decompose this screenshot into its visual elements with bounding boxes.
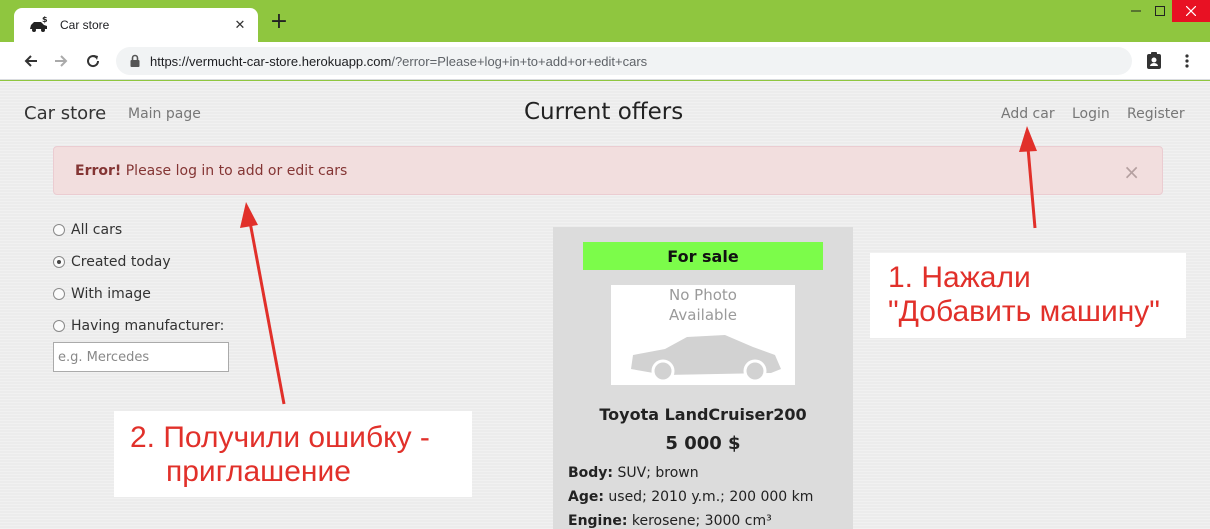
site-navbar: Car store Main page Current offers Add c… — [0, 81, 1210, 145]
annotation-line: "Добавить машину" — [888, 295, 1160, 328]
arrow-right-icon — [55, 55, 68, 67]
spec-body: Body: SUV; brown — [568, 461, 813, 485]
extension-button[interactable] — [1143, 50, 1165, 72]
page-title: Current offers — [524, 99, 684, 125]
new-tab-button[interactable]: + — [268, 11, 290, 34]
spec-label: Body: — [568, 465, 614, 481]
car-photo-placeholder: No Photo Available — [611, 285, 795, 385]
filter-label: All cars — [71, 222, 123, 238]
car-price: 5 000 $ — [665, 433, 741, 454]
no-photo-line1: No Photo — [669, 286, 737, 304]
alert-title: Error! — [75, 163, 122, 179]
browser-window: $ Car store ✕ + https://vermucht-car-sto… — [0, 0, 1210, 529]
status-badge: For sale — [583, 242, 823, 270]
window-controls — [1124, 0, 1210, 24]
no-photo-line2: Available — [669, 306, 737, 324]
nav-register[interactable]: Register — [1127, 106, 1185, 122]
close-window-button[interactable] — [1172, 0, 1210, 22]
spec-value: SUV; brown — [617, 465, 699, 481]
minimize-icon — [1131, 10, 1141, 12]
browser-toolbar: https://vermucht-car-store.herokuapp.com… — [0, 42, 1210, 80]
spec-age: Age: used; 2010 y.m.; 200 000 km — [568, 485, 813, 509]
tab-title: Car store — [60, 18, 110, 32]
car-name[interactable]: Toyota LandCruiser200 — [553, 405, 853, 424]
arrow-left-icon — [24, 55, 37, 67]
reload-button[interactable] — [82, 50, 104, 72]
annotation-line: 2. Получили ошибку - — [130, 421, 430, 454]
close-icon — [1186, 6, 1196, 16]
annotation-line: приглашение — [166, 455, 351, 488]
kebab-menu-icon — [1185, 54, 1189, 68]
forward-button[interactable] — [50, 50, 72, 72]
web-page: Car store Main page Current offers Add c… — [0, 81, 1210, 529]
nav-add-car[interactable]: Add car — [1001, 106, 1055, 122]
tab-car-store[interactable]: $ Car store ✕ — [14, 8, 258, 42]
radio-having-manufacturer[interactable] — [53, 320, 65, 332]
reload-icon — [87, 55, 100, 68]
address-bar[interactable]: https://vermucht-car-store.herokuapp.com… — [116, 47, 1132, 75]
alert-close-icon[interactable]: × — [1123, 160, 1140, 184]
minimize-button[interactable] — [1124, 0, 1148, 22]
filter-having-manufacturer[interactable]: Having manufacturer: — [53, 310, 229, 342]
lock-icon — [130, 54, 140, 67]
tab-strip: $ Car store ✕ + — [0, 0, 1210, 42]
filter-label: With image — [71, 286, 151, 302]
menu-button[interactable] — [1176, 50, 1198, 72]
spec-label: Age: — [568, 489, 604, 505]
filter-label: Having manufacturer: — [71, 318, 225, 334]
url-text: https://vermucht-car-store.herokuapp.com… — [150, 54, 647, 69]
spec-value: used; 2010 y.m.; 200 000 km — [608, 489, 814, 505]
radio-all-cars[interactable] — [53, 224, 65, 236]
spec-engine: Engine: kerosene; 3000 cm³ — [568, 509, 813, 529]
annotation-step-2: 2. Получили ошибку - приглашение — [114, 411, 472, 497]
maximize-icon — [1155, 6, 1165, 16]
nav-login[interactable]: Login — [1072, 106, 1110, 122]
filter-panel: All cars Created today With image Having… — [53, 214, 229, 372]
alert-message: Please log in to add or edit cars — [125, 163, 348, 179]
svg-text:$: $ — [42, 16, 48, 24]
tab-close-icon[interactable]: ✕ — [232, 18, 248, 33]
brand-link[interactable]: Car store — [24, 103, 106, 124]
radio-with-image[interactable] — [53, 288, 65, 300]
filter-with-image[interactable]: With image — [53, 278, 229, 310]
manufacturer-input[interactable] — [53, 342, 229, 372]
car-specs: Body: SUV; brown Age: used; 2010 y.m.; 2… — [568, 461, 813, 529]
car-card[interactable]: For sale No Photo Available Toyota LandC… — [553, 227, 853, 529]
car-silhouette-icon — [631, 335, 781, 383]
spec-label: Engine: — [568, 513, 628, 529]
filter-label: Created today — [71, 254, 171, 270]
back-button[interactable] — [20, 50, 42, 72]
annotation-line: 1. Нажали — [888, 261, 1031, 294]
filter-created-today[interactable]: Created today — [53, 246, 229, 278]
car-dollar-icon: $ — [30, 16, 48, 32]
url-query: /?error=Please+log+in+to+add+or+edit+car… — [391, 53, 648, 69]
error-alert: Error! Please log in to add or edit cars… — [53, 146, 1163, 195]
spec-value: kerosene; 3000 cm³ — [631, 513, 772, 529]
no-photo-text: No Photo Available — [611, 285, 795, 325]
filter-all-cars[interactable]: All cars — [53, 214, 229, 246]
clipboard-user-icon — [1147, 52, 1161, 69]
url-host: https://vermucht-car-store.herokuapp.com — [150, 53, 392, 69]
annotation-step-1: 1. Нажали "Добавить машину" — [870, 253, 1186, 338]
radio-created-today[interactable] — [53, 256, 65, 268]
nav-main-page[interactable]: Main page — [128, 106, 201, 122]
maximize-button[interactable] — [1148, 0, 1172, 22]
